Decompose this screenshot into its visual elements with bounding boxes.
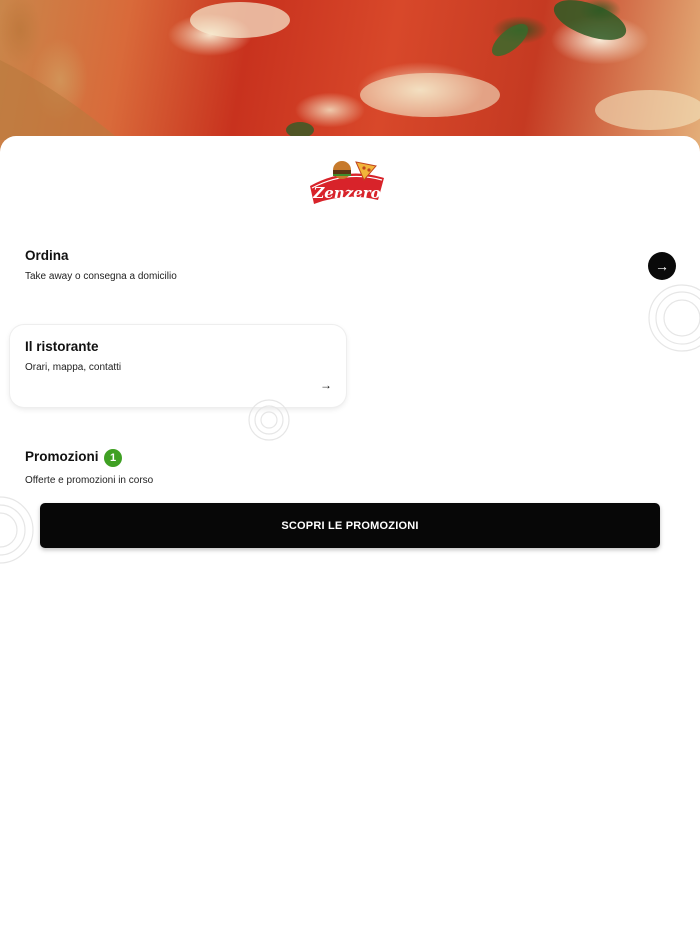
discover-promotions-button[interactable]: SCOPRI LE PROMOZIONI xyxy=(40,503,660,548)
promotions-subtitle: Offerte e promozioni in corso xyxy=(25,475,154,486)
brand-logo-text: Zenzero xyxy=(312,184,380,202)
promotions-title: Promozioni xyxy=(25,449,99,464)
order-arrow-button[interactable]: → xyxy=(648,252,676,280)
restaurant-subtitle: Orari, mappa, contatti xyxy=(25,362,122,373)
promotions-count-badge: 1 xyxy=(104,449,122,467)
restaurant-title: Il ristorante xyxy=(25,339,99,354)
arrow-right-icon: → xyxy=(655,258,669,274)
arrow-right-icon[interactable]: → xyxy=(320,378,332,392)
brand-logo: Zenzero xyxy=(306,156,388,212)
order-title: Ordina xyxy=(25,248,69,263)
order-subtitle: Take away o consegna a domicilio xyxy=(25,271,177,282)
